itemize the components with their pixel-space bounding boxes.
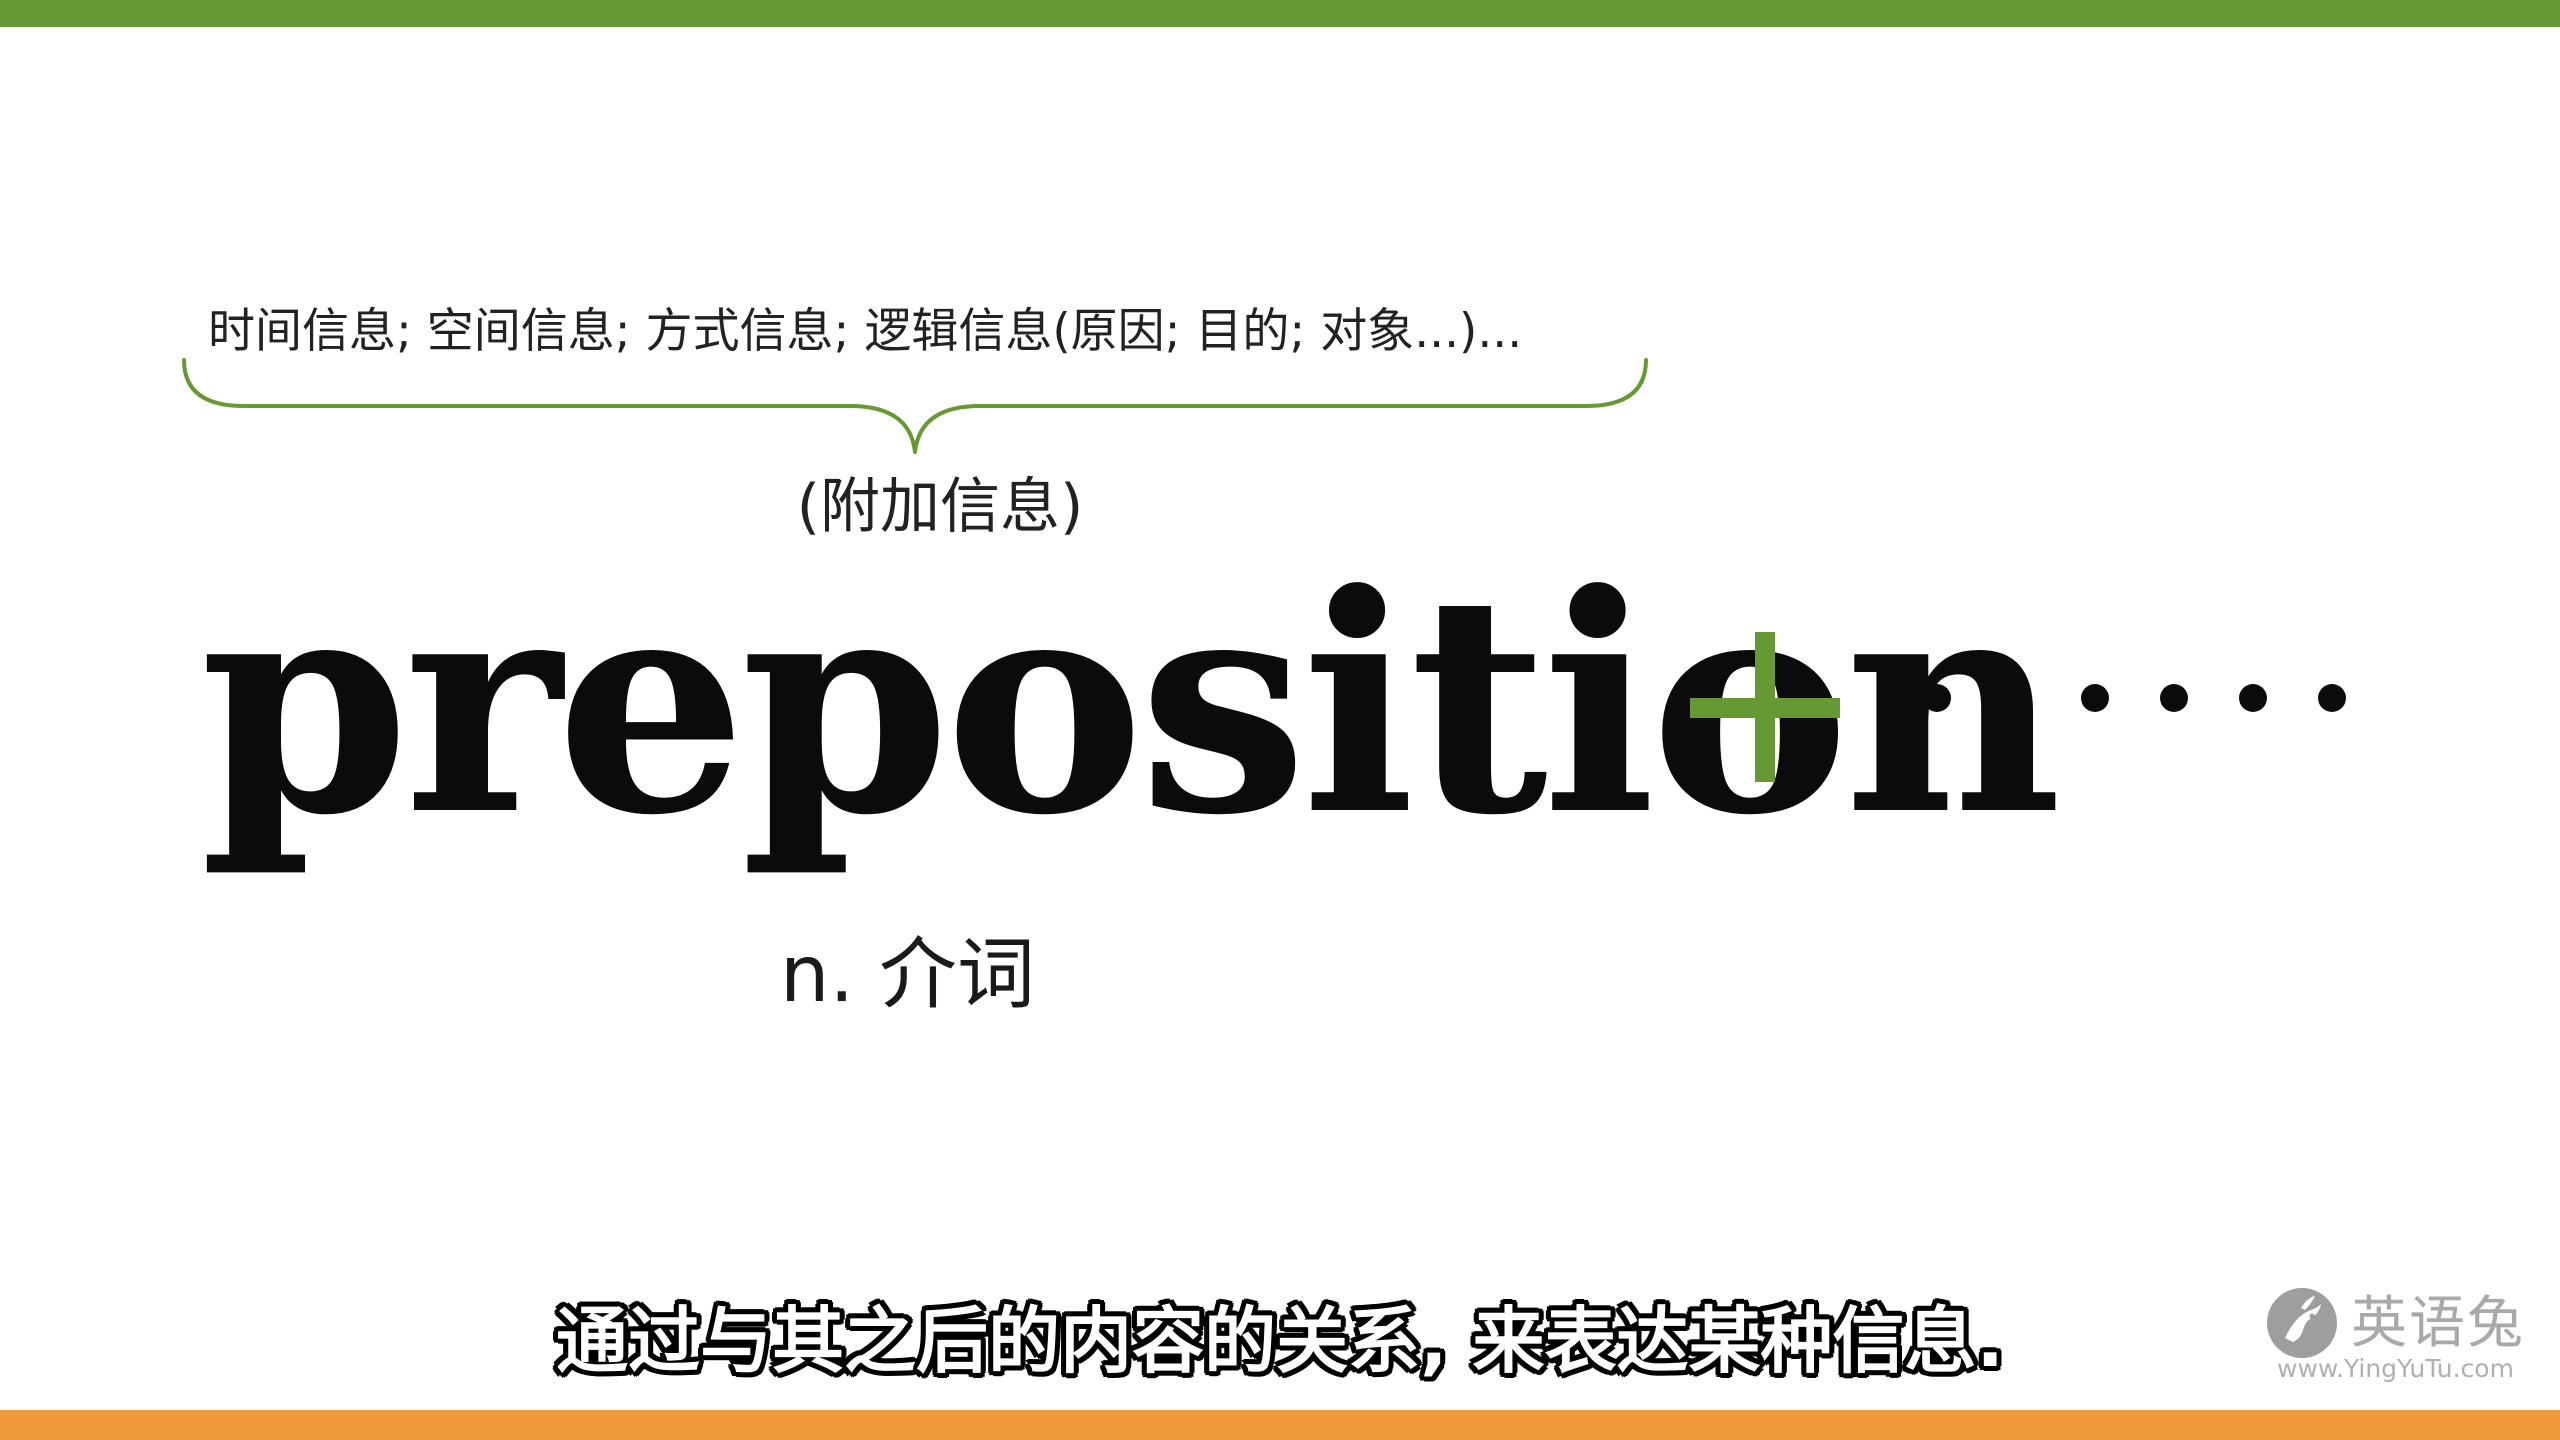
ellipsis-dots: [1923, 684, 2346, 712]
part-of-speech-label: n. 介词: [780, 930, 1036, 1020]
watermark-url: www.YingYuTu.com: [2277, 1354, 2514, 1383]
video-frame: 时间信息; 空间信息; 方式信息; 逻辑信息(原因; 目的; 对象...)...…: [0, 0, 2560, 1440]
curly-brace: [182, 358, 1648, 454]
plus-icon: [1690, 632, 1840, 782]
bottom-accent-bar: [0, 1410, 2560, 1440]
watermark: 英语兔 www.YingYuTu.com: [2265, 1278, 2535, 1393]
info-types-line: 时间信息; 空间信息; 方式信息; 逻辑信息(原因; 目的; 对象...)...: [208, 304, 1523, 359]
subtitle-caption: 通过与其之后的内容的关系, 来表达某种信息.: [556, 1299, 2004, 1383]
rabbit-logo-icon: [2267, 1288, 2337, 1358]
watermark-name: 英语兔: [2351, 1291, 2525, 1356]
top-accent-bar: [0, 0, 2560, 27]
